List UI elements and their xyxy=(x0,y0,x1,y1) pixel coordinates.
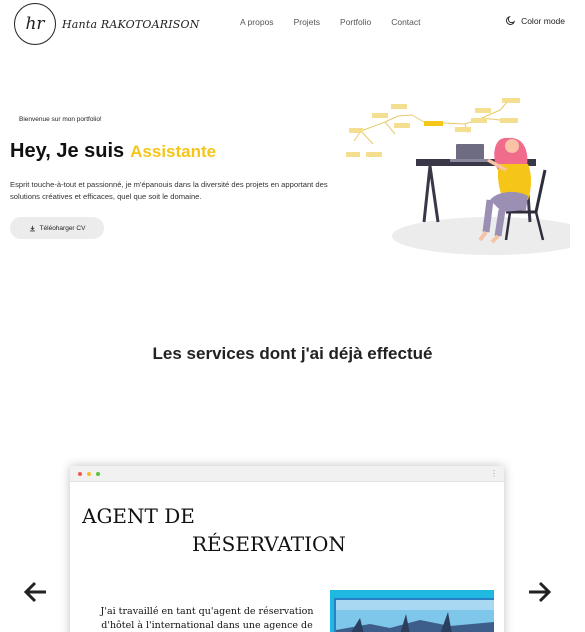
hero-description: Esprit touche-à-tout et passionné, je m'… xyxy=(10,180,328,201)
card-description: J'ai travaillé en tant qu'agent de réser… xyxy=(100,606,314,631)
site-header: hr Hanta RAKOTOARISON A propos Projets P… xyxy=(0,0,585,46)
card-title-line1: AGENT DE xyxy=(82,504,195,528)
hero-title: Hey, Je suis Assistante xyxy=(10,140,216,163)
color-mode-toggle[interactable]: Color mode xyxy=(505,15,565,26)
window-dot-green xyxy=(96,472,100,476)
nav-link-portfolio[interactable]: Portfolio xyxy=(340,17,371,27)
welcome-text: Bienvenue sur mon portfolio! xyxy=(19,116,102,123)
card-browser-bar: ⋮ xyxy=(70,466,504,482)
window-dot-yellow xyxy=(87,472,91,476)
nav-link-a-propos[interactable]: A propos xyxy=(240,17,274,27)
nav-link-contact[interactable]: Contact xyxy=(391,17,420,27)
service-card[interactable]: ⋮ AGENT DE RÉSERVATION J'ai travaillé en… xyxy=(70,466,504,632)
main-nav: A propos Projets Portfolio Contact xyxy=(240,17,441,27)
arrow-right-icon[interactable] xyxy=(525,578,553,606)
download-cv-label: Téléoharger CV xyxy=(39,224,86,232)
moon-icon xyxy=(506,15,516,25)
more-icon: ⋮ xyxy=(490,469,498,478)
nav-link-projets[interactable]: Projets xyxy=(294,17,320,27)
logo-name: Hanta RAKOTOARISON xyxy=(62,17,200,31)
hero-title-accent: Assistante xyxy=(130,142,217,161)
logo-monogram: hr xyxy=(14,3,56,45)
arrow-left-icon[interactable] xyxy=(22,578,50,606)
window-dot-red xyxy=(78,472,82,476)
hero-illustration xyxy=(346,98,570,255)
color-mode-label: Color mode xyxy=(521,15,565,26)
logo[interactable]: hr Hanta RAKOTOARISON xyxy=(14,3,200,45)
card-title-line2: RÉSERVATION xyxy=(192,532,346,556)
download-cv-button[interactable]: Téléoharger CV xyxy=(10,217,104,239)
download-icon xyxy=(29,225,35,231)
hero-title-text: Hey, Je suis xyxy=(10,140,125,162)
services-title: Les services dont j'ai déjà effectué xyxy=(152,344,433,363)
card-photo xyxy=(330,590,494,632)
